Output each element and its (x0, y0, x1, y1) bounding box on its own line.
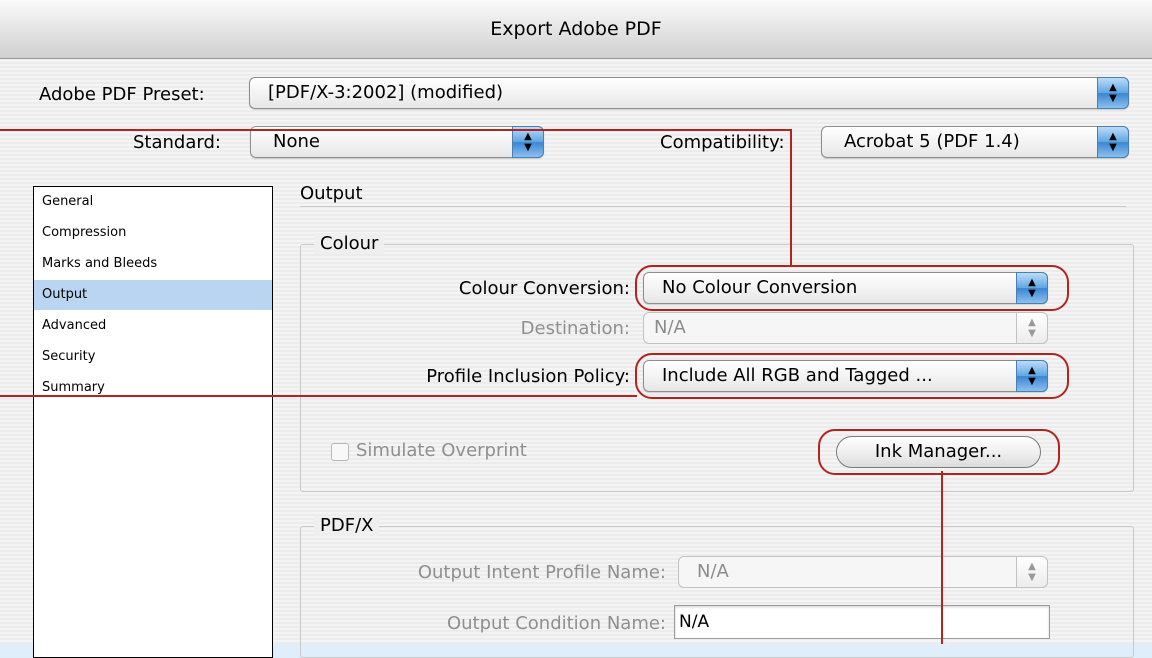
output-intent-popup[interactable]: N/A ▲ ▼ (678, 556, 1048, 588)
preset-label: Adobe PDF Preset: (39, 84, 205, 105)
panel-title-divider (300, 206, 1126, 207)
up-down-arrows-icon: ▲ ▼ (1016, 556, 1048, 588)
output-intent-label: Output Intent Profile Name: (417, 562, 666, 583)
output-condition-value: N/A (679, 612, 710, 632)
category-list: General Compression Marks and Bleeds Out… (33, 186, 273, 658)
title-bar[interactable]: Export Adobe PDF (0, 0, 1152, 59)
output-intent-value: N/A (697, 561, 729, 582)
profile-inclusion-value: Include All RGB and Tagged ... (662, 365, 933, 386)
compatibility-label: Compatibility: (660, 132, 785, 153)
up-down-arrows-icon: ▲ ▼ (1016, 272, 1048, 304)
profile-inclusion-label: Profile Inclusion Policy: (426, 366, 630, 387)
sidebar-item-advanced[interactable]: Advanced (34, 311, 272, 341)
preset-popup[interactable]: [PDF/X-3:2002] (modified) ▲ ▼ (249, 77, 1129, 109)
destination-label: Destination: (520, 318, 630, 339)
colour-conversion-popup[interactable]: No Colour Conversion ▲ ▼ (643, 272, 1048, 304)
simulate-overprint-checkbox[interactable] (331, 443, 349, 461)
panel-title: Output (300, 183, 363, 204)
standard-value: None (273, 131, 320, 152)
colour-conversion-value: No Colour Conversion (662, 277, 858, 298)
up-down-arrows-icon: ▲ ▼ (1097, 126, 1129, 158)
output-condition-label: Output Condition Name: (446, 613, 666, 634)
ink-manager-button[interactable]: Ink Manager... (836, 436, 1041, 468)
profile-inclusion-popup[interactable]: Include All RGB and Tagged ... ▲ ▼ (643, 360, 1048, 392)
standard-popup[interactable]: None ▲ ▼ (250, 126, 544, 158)
up-down-arrows-icon: ▲ ▼ (1016, 360, 1048, 392)
colour-conversion-label: Colour Conversion: (458, 278, 630, 299)
sidebar-item-output[interactable]: Output (34, 280, 272, 310)
compatibility-value: Acrobat 5 (PDF 1.4) (844, 131, 1020, 152)
sidebar-item-security[interactable]: Security (34, 342, 272, 372)
compatibility-popup[interactable]: Acrobat 5 (PDF 1.4) ▲ ▼ (821, 126, 1129, 158)
sidebar-item-summary[interactable]: Summary (34, 373, 272, 403)
destination-value: N/A (654, 317, 686, 338)
export-pdf-dialog: Export Adobe PDF Adobe PDF Preset: [PDF/… (0, 0, 1152, 658)
up-down-arrows-icon: ▲ ▼ (1016, 312, 1048, 344)
simulate-overprint-label: Simulate Overprint (356, 440, 527, 461)
preset-value: [PDF/X-3:2002] (modified) (268, 82, 504, 103)
pdfx-group-title: PDF/X (314, 515, 380, 536)
window-title: Export Adobe PDF (490, 18, 662, 40)
up-down-arrows-icon: ▲ ▼ (512, 126, 544, 158)
standard-label: Standard: (133, 132, 221, 153)
up-down-arrows-icon: ▲ ▼ (1097, 77, 1129, 109)
destination-popup[interactable]: N/A ▲ ▼ (643, 312, 1048, 344)
output-condition-field[interactable]: N/A (674, 605, 1050, 639)
sidebar-item-marks-and-bleeds[interactable]: Marks and Bleeds (34, 249, 272, 279)
sidebar-item-compression[interactable]: Compression (34, 218, 272, 248)
colour-group-title: Colour (314, 233, 385, 254)
sidebar-item-general[interactable]: General (34, 187, 272, 217)
